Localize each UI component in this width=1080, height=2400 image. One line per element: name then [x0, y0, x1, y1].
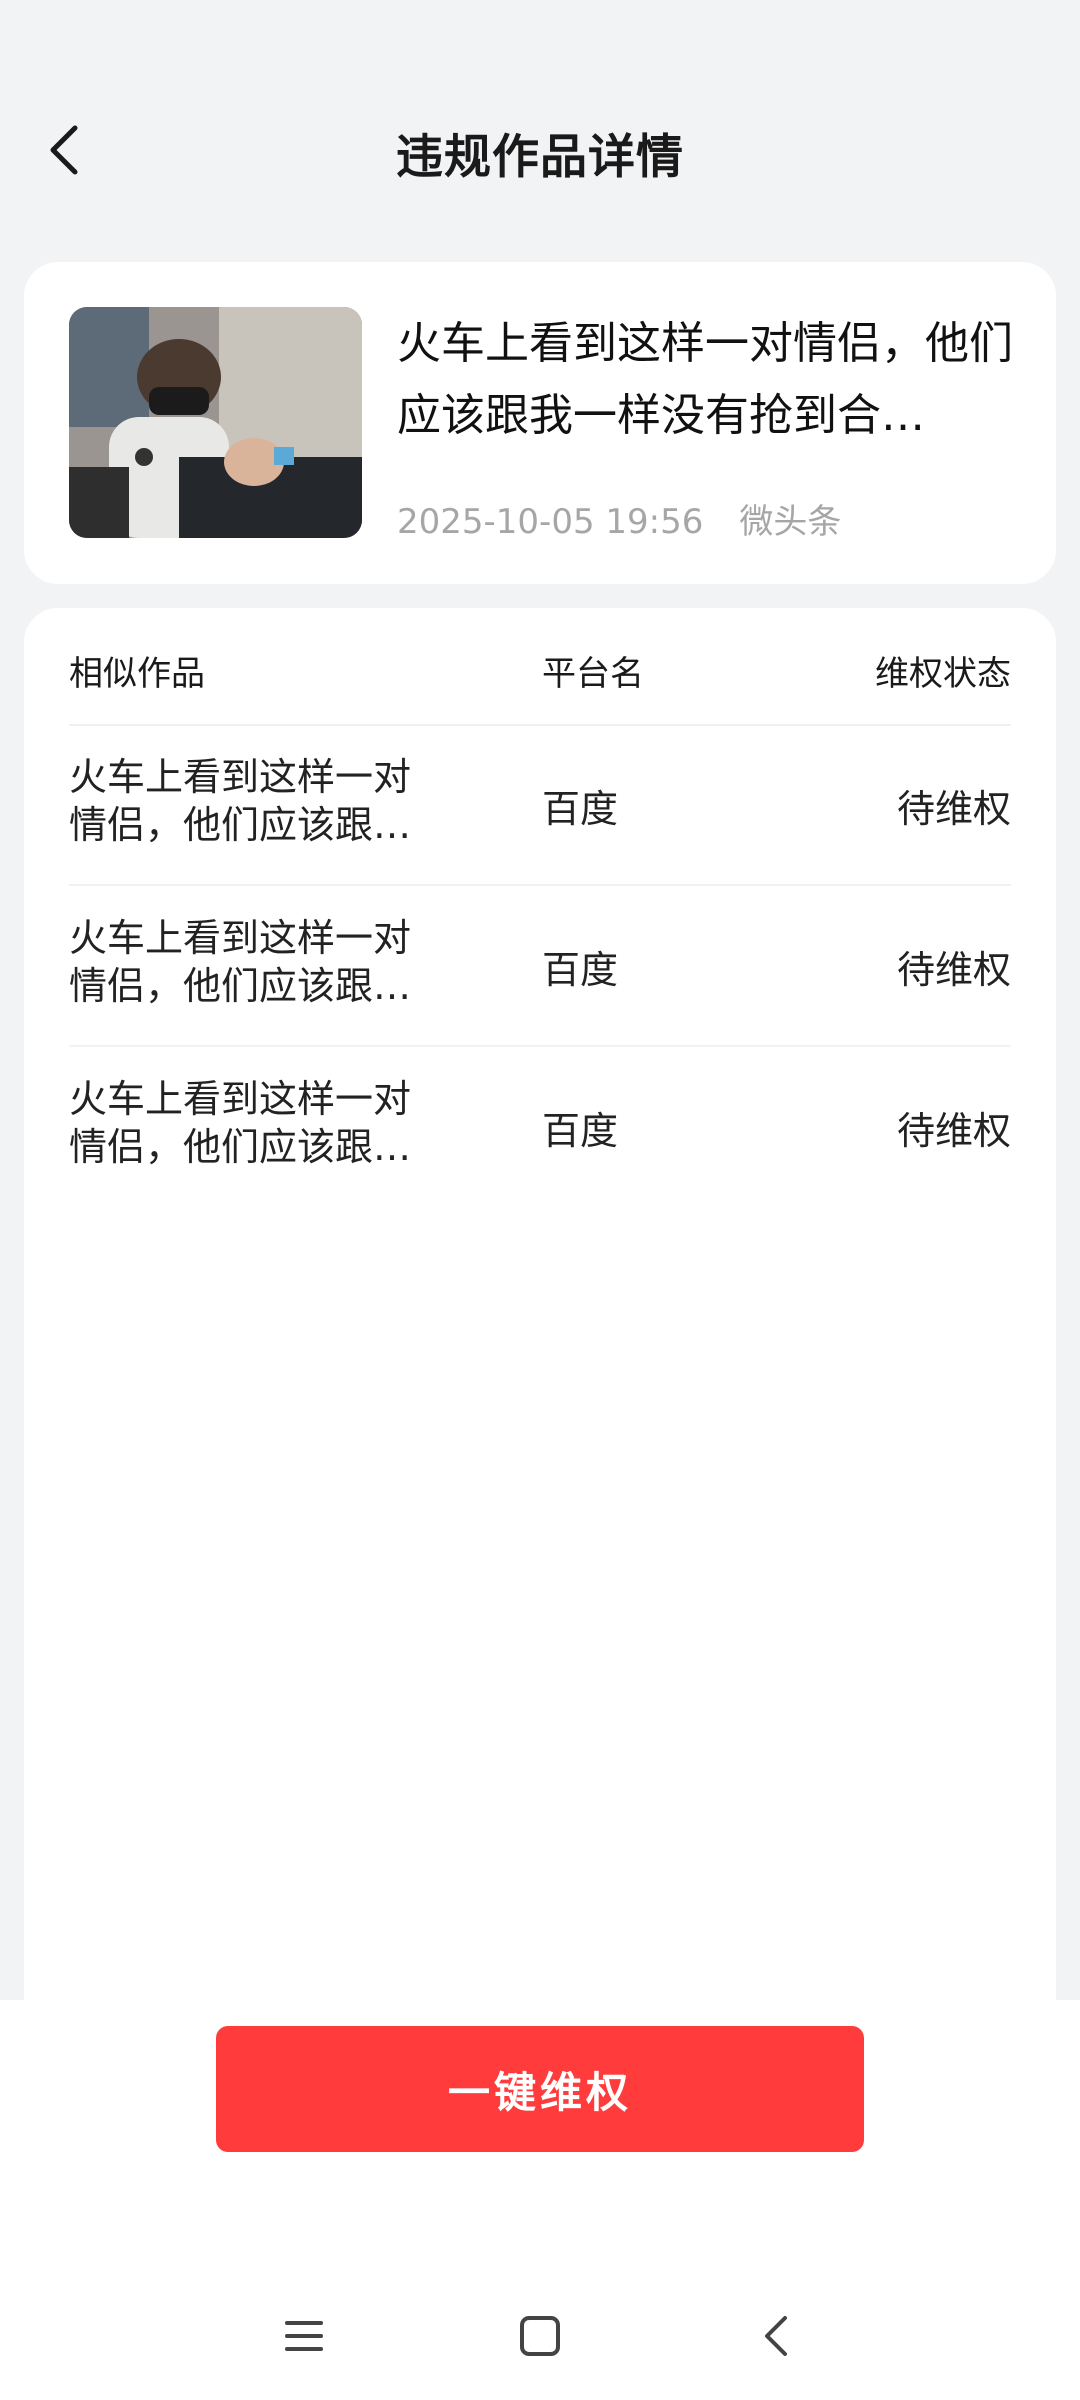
page-title: 违规作品详情: [396, 130, 684, 185]
row-platform: 百度: [542, 787, 619, 831]
header-status: 维权状态: [875, 654, 1011, 694]
thumbnail-image: [69, 307, 362, 538]
work-thumbnail[interactable]: [69, 307, 362, 538]
header-similar-works: 相似作品: [69, 654, 205, 694]
square-icon: [520, 2316, 560, 2356]
chevron-left-icon: [765, 2316, 787, 2356]
row-work-name: 火车上看到这样一对情侣，他们应该跟…: [69, 755, 412, 847]
table-row[interactable]: 火车上看到这样一对情侣，他们应该跟… 百度 待维权: [69, 724, 1011, 886]
work-card[interactable]: 火车上看到这样一对情侣，他们应该跟我一样没有抢到合… 2025-10-05 19…: [24, 262, 1056, 584]
table-header: 相似作品 平台名 维权状态: [69, 608, 1011, 726]
recent-apps-button[interactable]: [274, 2306, 334, 2366]
work-meta: 2025-10-05 19:56 微头条: [397, 494, 841, 543]
one-click-protect-button[interactable]: 一键维权: [216, 2026, 864, 2152]
system-nav-bar: [0, 2280, 1080, 2390]
work-source: 微头条: [739, 502, 842, 542]
row-status: 待维权: [896, 1109, 1011, 1153]
work-datetime: 2025-10-05 19:56: [397, 502, 704, 542]
home-button[interactable]: [510, 2306, 570, 2366]
top-bar: 违规作品详情: [0, 90, 1080, 220]
row-work-name: 火车上看到这样一对情侣，他们应该跟…: [69, 916, 412, 1008]
row-platform: 百度: [542, 1109, 619, 1153]
table-row[interactable]: 火车上看到这样一对情侣，他们应该跟… 百度 待维权: [69, 885, 1011, 1047]
menu-icon: [285, 2321, 323, 2351]
row-platform: 百度: [542, 948, 619, 992]
table-row[interactable]: 火车上看到这样一对情侣，他们应该跟… 百度 待维权: [69, 1046, 1011, 1206]
row-work-name: 火车上看到这样一对情侣，他们应该跟…: [69, 1077, 412, 1169]
system-back-button[interactable]: [746, 2306, 806, 2366]
similar-works-table: 相似作品 平台名 维权状态 火车上看到这样一对情侣，他们应该跟… 百度 待维权 …: [24, 608, 1056, 2008]
header-platform: 平台名: [542, 654, 644, 694]
work-title: 火车上看到这样一对情侣，他们应该跟我一样没有抢到合…: [397, 318, 1013, 441]
row-status: 待维权: [896, 787, 1011, 831]
row-status: 待维权: [896, 948, 1011, 992]
